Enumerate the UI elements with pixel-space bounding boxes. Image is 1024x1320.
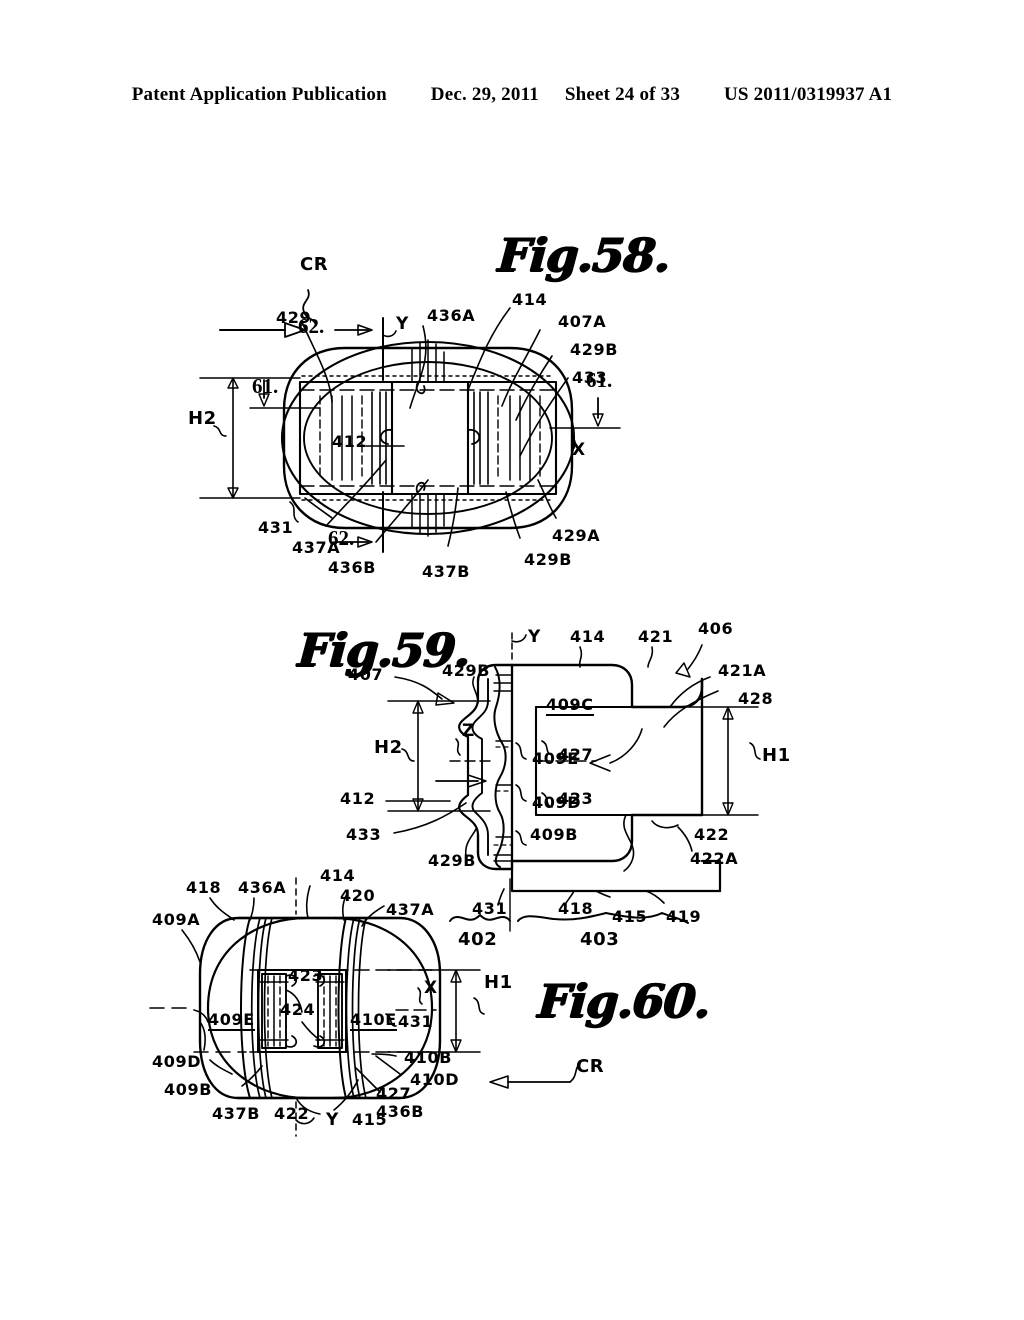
figure-60-title: Fig.60. (536, 974, 712, 1028)
ref-410B: 410B (404, 1048, 452, 1067)
ref-437B: 437B (422, 562, 470, 581)
ref-407A: 407A (558, 312, 607, 331)
axis-x: X (424, 978, 438, 998)
dim-H2: H2 (188, 408, 217, 429)
ref-410D: 410D (410, 1070, 460, 1089)
header-publication-number: US 2011/0319937 A1 (723, 84, 893, 105)
ref-409D: 409D (152, 1052, 202, 1071)
ref-437A: 437A (386, 900, 435, 919)
figure-58: Fig.58. CR 62. Y 429 436A 414 407A 429B … (180, 228, 780, 580)
ref-409A: 409A (152, 910, 201, 929)
ref-409B: 409B (530, 825, 578, 844)
ref-414: 414 (570, 627, 606, 646)
cr-arrow-label: CR (300, 254, 329, 275)
axis-y: Y (528, 627, 541, 647)
section-61-right: 61. (586, 368, 613, 392)
ref-412: 412 (340, 789, 376, 808)
ref-422: 422 (694, 825, 730, 844)
ref-409B: 409B (164, 1080, 212, 1099)
header-date: Dec. 29, 2011 (430, 84, 539, 105)
ref-427: 427 (376, 1084, 412, 1103)
ref-428: 428 (738, 689, 774, 708)
ref-414: 414 (320, 866, 356, 885)
ref-429: 429 (276, 308, 312, 327)
axis-y-top: Y (396, 314, 409, 334)
ref-431: 431 (258, 518, 294, 537)
ref-436A: 436A (238, 878, 287, 897)
ref-437B: 437B (212, 1104, 260, 1123)
ref-418: 418 (186, 878, 222, 897)
section-62-bottom: 62. (328, 526, 355, 550)
ref-407: 407 (348, 665, 384, 684)
ref-410E: 410E (350, 1010, 397, 1031)
header-sheet: Sheet 24 of 33 (564, 84, 681, 105)
figure-58-title: Fig.58. (496, 228, 672, 282)
ref-427: 427 (558, 745, 594, 764)
axis-x-right: X (572, 440, 586, 460)
ref-433: 433 (346, 825, 382, 844)
ref-420: 420 (340, 886, 376, 905)
ref-436A: 436A (427, 306, 476, 325)
ref-431: 431 (398, 1012, 434, 1031)
ref-409D: 409D (532, 793, 582, 812)
ref-422: 422 (274, 1104, 310, 1123)
ref-409E: 409E (208, 1010, 255, 1031)
cr-arrow-label: CR (576, 1056, 605, 1077)
ref-412: 412 (332, 432, 368, 451)
page-header: Patent Application Publication Dec. 29, … (0, 84, 1024, 106)
ref-421A: 421A (718, 661, 767, 680)
ref-424: 424 (280, 1000, 316, 1019)
ref-429B-lower: 429B (428, 851, 476, 870)
ref-414: 414 (512, 290, 548, 309)
ref-423: 423 (288, 966, 324, 985)
ref-429B-bottom: 429B (524, 550, 572, 569)
dim-H1: H1 (762, 745, 791, 766)
ref-406: 406 (698, 619, 734, 638)
ref-429B-upper: 429B (442, 661, 490, 680)
dim-H2: H2 (374, 737, 403, 758)
ref-409C: 409C (546, 695, 594, 716)
ref-422A: 422A (690, 849, 739, 868)
axis-y: Y (326, 1110, 339, 1130)
ref-429B-top: 429B (570, 340, 618, 359)
ref-436B: 436B (328, 558, 376, 577)
section-61-left: 61. (252, 374, 279, 398)
dim-H1: H1 (484, 972, 513, 993)
ref-421: 421 (638, 627, 674, 646)
axis-z: Z (462, 721, 475, 741)
figure-60: Fig.60. 418 436A 414 420 437A 409A 423 4… (149, 866, 770, 1160)
ref-429A: 429A (552, 526, 601, 545)
header-publication: Patent Application Publication (131, 84, 387, 105)
ref-436B: 436B (376, 1102, 424, 1121)
